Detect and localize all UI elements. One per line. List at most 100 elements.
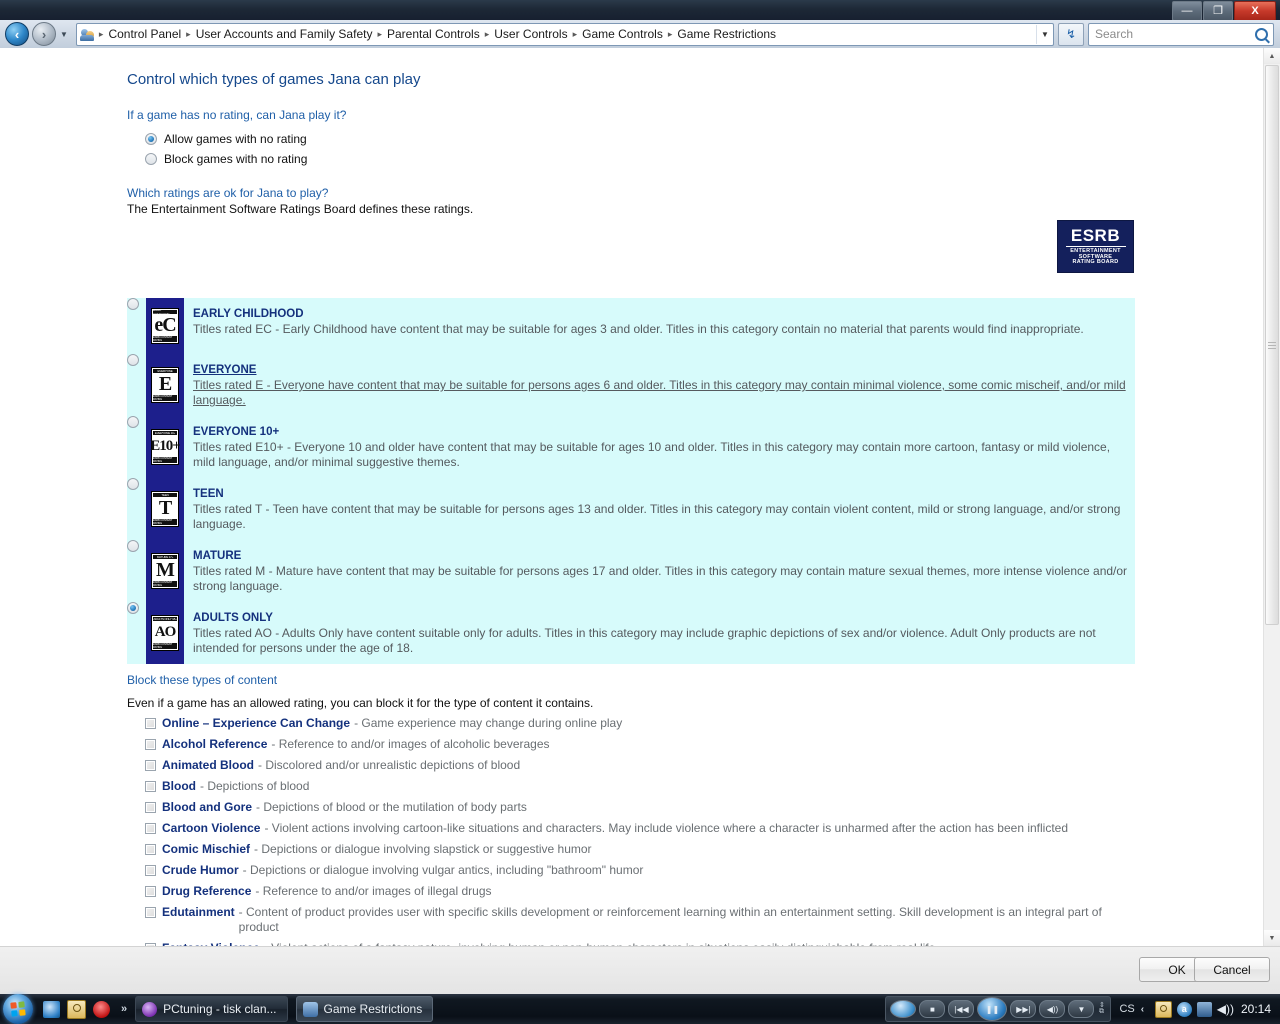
esrb-rating-icon-e10: EVERYONE 10+ E10+ ESRB CONTENT RATING [150,429,181,465]
checkbox-blood-and-gore[interactable] [145,802,156,813]
search-box[interactable]: Search [1088,22,1274,46]
scroll-down-button[interactable]: ▼ [1264,930,1280,946]
close-button[interactable]: X [1234,1,1276,21]
taskbar-button-game-restrictions[interactable]: Game Restrictions [295,996,434,1022]
taskbar-button-pctuning[interactable]: PCtuning - tisk clan... [135,996,288,1022]
language-indicator[interactable]: CS [1119,1003,1134,1015]
minimize-button[interactable]: — [1172,1,1202,21]
breadcrumb-bar[interactable]: ▸ Control Panel ▸ User Accounts and Fami… [75,22,1054,46]
esrb-icon-letter: AO [154,624,176,640]
refresh-button[interactable]: ↯ [1058,22,1084,46]
radio-button-icon[interactable] [127,478,139,490]
tray-clock-gadget-icon[interactable] [1154,1000,1172,1018]
quick-launch-overflow-icon[interactable]: » [121,1003,127,1015]
breadcrumb-item-user-controls[interactable]: User Controls [490,25,571,43]
tray-app-icon[interactable]: a [1176,1001,1192,1017]
volume-icon[interactable]: ◀)) [1217,1002,1234,1017]
checkbox-animated-blood[interactable] [145,760,156,771]
rating-description: Titles rated M - Mature have content tha… [193,564,1128,593]
checkbox-drug-reference[interactable] [145,886,156,897]
taskbar: » PCtuning - tisk clan... Game Restricti… [0,994,1280,1024]
radio-button-icon[interactable] [127,602,139,614]
maximize-button[interactable]: ❐ [1203,1,1233,21]
history-dropdown-button[interactable]: ▼ [60,30,68,39]
esrb-logo-line3: RATING BOARD [1072,259,1119,266]
media-toolbar-grip-icon[interactable]: ⇕ ⧉ [1097,1002,1106,1015]
list-item[interactable]: Drug Reference - Reference to and/or ima… [145,884,1145,899]
search-input[interactable]: Search [1095,27,1255,41]
radio-button-icon[interactable] [127,354,139,366]
breadcrumb-item-parental-controls[interactable]: Parental Controls [383,25,484,43]
main-content: Control which types of games Jana can pl… [0,48,1264,946]
radio-button-icon[interactable] [145,153,157,165]
checkbox-cartoon-violence[interactable] [145,823,156,834]
rating-name: TEEN [193,488,224,500]
scroll-up-button[interactable]: ▲ [1264,48,1280,64]
rating-description: Titles rated AO - Adults Only have conte… [193,626,1096,655]
media-stop-button[interactable]: ■ [919,1000,946,1018]
esrb-icon-bottom-label: ESRB CONTENT RATING [153,581,177,587]
list-item[interactable]: Blood - Depictions of blood [145,779,1145,794]
radio-button-icon[interactable] [127,416,139,428]
back-button[interactable]: ‹ [5,22,29,46]
media-pause-button[interactable]: ❚❚ [977,997,1008,1021]
scrollbar-thumb[interactable] [1265,65,1279,625]
address-bar: ‹ › ▼ ▸ Control Panel ▸ User Accounts an… [0,20,1280,49]
block-item-description: - Violent actions involving cartoon-like… [264,821,1069,835]
breadcrumb-item-user-accounts[interactable]: User Accounts and Family Safety [192,25,377,43]
vertical-scrollbar[interactable]: ▲ ▼ [1263,48,1280,946]
rating-radio-cell [127,602,146,614]
list-item[interactable]: Alcohol Reference - Reference to and/or … [145,737,1145,752]
block-item-description: - Depictions of blood [200,779,310,793]
breadcrumb-item-control-panel[interactable]: Control Panel [104,25,185,43]
media-player-toolbar: ■ |◀◀ ❚❚ ▶▶| ◀)) ▼ ⇕ ⧉ [885,996,1112,1022]
radio-button-icon[interactable] [127,298,139,310]
checkbox-online-experience-can-change[interactable] [145,718,156,729]
rating-row-mature[interactable]: MATURE 17+ M ESRB CONTENT RATING MATURE … [127,540,1135,602]
rating-row-early-childhood[interactable]: EARLY CHILDHOOD eC ESRB CONTENT RATING E… [127,298,1135,354]
radio-block-no-rating[interactable]: Block games with no rating [145,152,1264,166]
checkbox-alcohol-reference[interactable] [145,739,156,750]
rating-description: Titles rated E10+ - Everyone 10 and olde… [193,440,1111,469]
tray-expand-icon[interactable]: ‹ [1141,1004,1150,1015]
clock-gadget-icon[interactable] [67,999,86,1019]
forward-button[interactable]: › [32,22,56,46]
rating-radio-cell [127,354,146,366]
rating-row-teen[interactable]: TEEN T ESRB CONTENT RATING TEEN Titles r… [127,478,1135,540]
internet-explorer-icon[interactable] [43,1000,60,1018]
media-next-button[interactable]: ▶▶| [1010,1000,1037,1018]
rating-row-everyone-10-plus[interactable]: EVERYONE 10+ E10+ ESRB CONTENT RATING EV… [127,416,1135,478]
list-item[interactable]: Cartoon Violence - Violent actions invol… [145,821,1145,836]
cancel-button[interactable]: Cancel [1194,957,1270,982]
network-icon[interactable] [1196,1001,1212,1017]
breadcrumb-item-game-controls[interactable]: Game Controls [578,25,667,43]
media-previous-button[interactable]: |◀◀ [948,1000,975,1018]
block-item-name: Drug Reference [162,884,252,898]
checkbox-blood[interactable] [145,781,156,792]
checkbox-edutainment[interactable] [145,907,156,918]
breadcrumb-dropdown-button[interactable]: ▼ [1036,24,1053,44]
list-item[interactable]: Comic Mischief - Depictions or dialogue … [145,842,1145,857]
rating-radio-cell [127,478,146,490]
rating-row-everyone[interactable]: EVERYONE E ESRB CONTENT RATING EVERYONE … [127,354,1135,416]
refresh-icon: ↯ [1065,27,1077,41]
window-title-bar: — ❐ X [0,0,1280,21]
list-item[interactable]: Edutainment - Content of product provide… [145,905,1145,935]
rating-description: Titles rated E - Everyone have content t… [193,378,1126,407]
checkbox-comic-mischief[interactable] [145,844,156,855]
rating-row-adults-only[interactable]: ADULTS ONLY 18+ AO ESRB CONTENT RATING A… [127,602,1135,664]
taskbar-clock[interactable]: 20:14 [1241,1002,1271,1016]
media-volume-button[interactable]: ◀)) [1039,1000,1066,1018]
list-item[interactable]: Online – Experience Can Change - Game ex… [145,716,1145,731]
radio-button-icon[interactable] [145,133,157,145]
list-item[interactable]: Crude Humor - Depictions or dialogue inv… [145,863,1145,878]
radio-allow-no-rating[interactable]: Allow games with no rating [145,132,1264,146]
media-menu-button[interactable]: ▼ [1068,1000,1095,1018]
start-button[interactable] [3,994,33,1024]
breadcrumb-item-game-restrictions[interactable]: Game Restrictions [673,25,780,43]
opera-browser-icon[interactable] [93,1000,110,1018]
list-item[interactable]: Animated Blood - Discolored and/or unrea… [145,758,1145,773]
checkbox-crude-humor[interactable] [145,865,156,876]
list-item[interactable]: Blood and Gore - Depictions of blood or … [145,800,1145,815]
radio-button-icon[interactable] [127,540,139,552]
